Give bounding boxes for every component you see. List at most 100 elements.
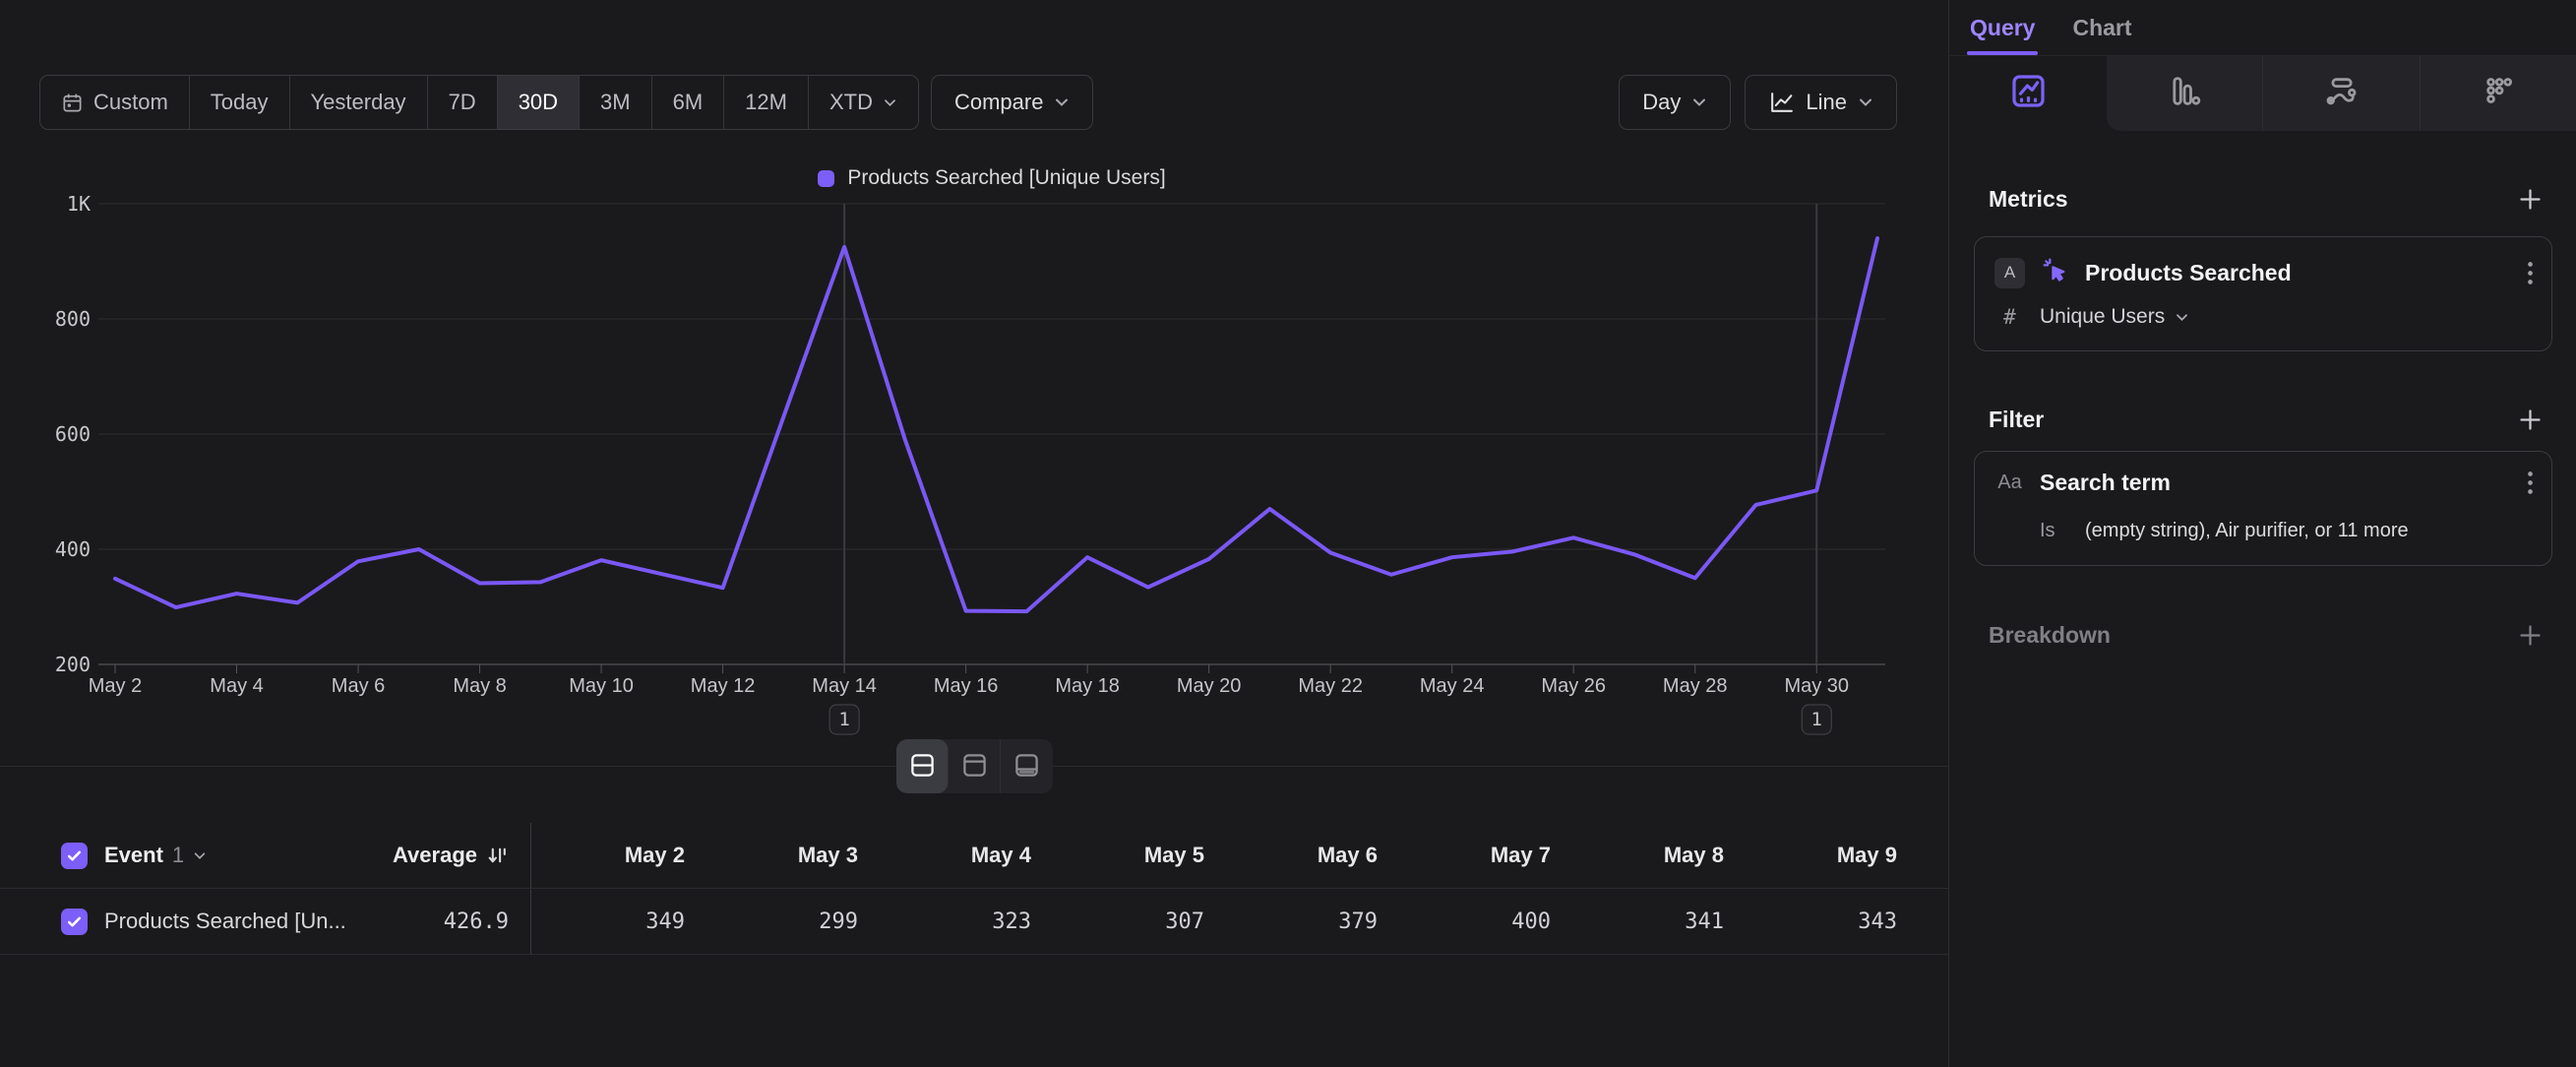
svg-text:1: 1 [838,709,849,730]
layout-toggle [896,739,1053,793]
y-axis-label: 400 [55,537,91,561]
date-column-header[interactable]: May 7 [1397,823,1570,888]
row-average-value: 426.9 [444,910,530,934]
add-breakdown-button[interactable] [2517,622,2544,649]
value-cell: 299 [705,889,878,954]
x-axis-label: May 4 [210,675,263,697]
x-axis-label: May 30 [1784,675,1849,697]
x-axis-label: May 22 [1298,675,1363,697]
table-header-dates: May 2May 3May 4May 5May 6May 7May 8May 9 [531,823,1917,888]
kebab-menu-icon[interactable] [2527,470,2534,496]
add-filter-button[interactable] [2517,407,2544,433]
value-cell: 307 [1051,889,1224,954]
retention-dots-icon [2477,70,2519,117]
average-column-header[interactable]: Average [393,843,530,868]
layout-split-view-button[interactable] [896,739,949,793]
filter-property-name[interactable]: Search term [2040,470,2171,496]
table-header-row: Event 1 Average May 2May 3May 4May 5May … [0,823,1949,889]
value-cell: 349 [531,889,705,954]
data-table: Event 1 Average May 2May 3May 4May 5May … [0,823,1949,955]
x-axis-label: May 28 [1663,675,1728,697]
x-axis-label: May 20 [1177,675,1242,697]
table-row-values: 349299323307379400341343 [531,889,1917,954]
split-view-icon [908,752,937,782]
event-click-icon [2040,255,2070,290]
x-axis-label: May 8 [453,675,506,697]
value-cell: 323 [878,889,1051,954]
x-axis-label: May 16 [934,675,999,697]
x-axis-label: May 6 [332,675,385,697]
row-series-name[interactable]: Products Searched [Un... [104,909,346,934]
chevron-down-icon [2175,313,2189,322]
select-all-checkbox[interactable] [61,843,88,869]
y-axis-label: 200 [55,653,91,676]
insights-report-app: CustomTodayYesterday7D30D3M6M12MXTD Comp… [0,0,2576,1067]
value-cell: 400 [1397,889,1570,954]
layout-table-only-button[interactable] [1001,739,1053,793]
filter-card[interactable]: Aa Search term Is (empty string), Air pu… [1974,451,2552,566]
value-cell: 341 [1570,889,1744,954]
y-axis-label: 800 [55,307,91,331]
x-axis-label: May 24 [1420,675,1485,697]
aggregation-selector[interactable]: Unique Users [2040,305,2189,329]
table-header-left: Event 1 Average [0,823,531,888]
svg-text:1: 1 [1811,709,1822,730]
x-axis-label: May 2 [89,675,142,697]
tab-funnels[interactable] [2107,56,2263,131]
annotation-badge[interactable]: 1 [829,705,859,734]
date-column-header[interactable]: May 3 [705,823,878,888]
layout-chart-only-button[interactable] [949,739,1001,793]
date-column-header[interactable]: May 2 [531,823,705,888]
x-axis-label: May 14 [812,675,877,697]
tab-retention[interactable] [2420,56,2576,131]
metric-event-name[interactable]: Products Searched [2085,260,2292,286]
chevron-down-icon [193,851,207,860]
y-axis-label: 1K [67,192,91,216]
tab-flows[interactable] [2262,56,2420,131]
query-sidebar: Query Chart [1950,0,2576,1067]
annotation-badge[interactable]: 1 [1802,705,1831,734]
sidebar-tabs: Query Chart [1950,0,2576,56]
metric-card[interactable]: A Products Searched # Unique Users [1974,236,2552,351]
row-checkbox[interactable] [61,909,88,935]
value-cell: 343 [1744,889,1917,954]
table-row-left: Products Searched [Un... 426.9 [0,889,531,954]
tab-insights[interactable] [1950,56,2107,131]
metric-letter-badge: A [1994,258,2025,288]
line-chart[interactable]: 200 400 600 800 1K May 2 May 4 May 6 May 8 May 10… [0,0,1949,764]
tab-query[interactable]: Query [1970,0,2035,55]
table-row: Products Searched [Un... 426.9 349299323… [0,889,1949,955]
x-axis-label: May 12 [691,675,756,697]
date-column-header[interactable]: May 9 [1744,823,1917,888]
filter-values-summary[interactable]: (empty string), Air purifier, or 11 more [2085,520,2409,542]
sort-descending-icon [486,845,509,867]
filter-section-heading: Filter [1989,404,2544,435]
x-axis-label: May 26 [1541,675,1606,697]
insights-icon [2007,70,2050,117]
bar-chart-icon [2163,70,2205,117]
value-cell: 379 [1224,889,1397,954]
date-column-header[interactable]: May 6 [1224,823,1397,888]
date-column-header[interactable]: May 5 [1051,823,1224,888]
text-property-icon: Aa [1994,471,2025,494]
breakdown-section-heading: Breakdown [1989,619,2544,651]
report-type-tabs [1950,56,2576,131]
date-column-header[interactable]: May 4 [878,823,1051,888]
table-only-icon [1012,752,1041,782]
chart-only-icon [960,752,989,782]
event-count: 1 [172,843,184,868]
aggregation-symbol: # [1994,305,2025,329]
filter-operator[interactable]: Is [2040,520,2070,542]
y-axis-label: 600 [55,422,91,446]
tab-chart[interactable]: Chart [2072,0,2131,55]
flows-icon [2320,70,2362,117]
date-column-header[interactable]: May 8 [1570,823,1744,888]
add-metric-button[interactable] [2517,186,2544,213]
chart-panel: CustomTodayYesterday7D30D3M6M12MXTD Comp… [0,0,1949,1067]
kebab-menu-icon[interactable] [2527,260,2534,286]
series-line[interactable] [115,238,1877,611]
x-axis-label: May 10 [569,675,634,697]
metrics-section-heading: Metrics [1989,183,2544,215]
x-axis-label: May 18 [1055,675,1120,697]
event-column-header[interactable]: Event 1 [104,843,207,868]
